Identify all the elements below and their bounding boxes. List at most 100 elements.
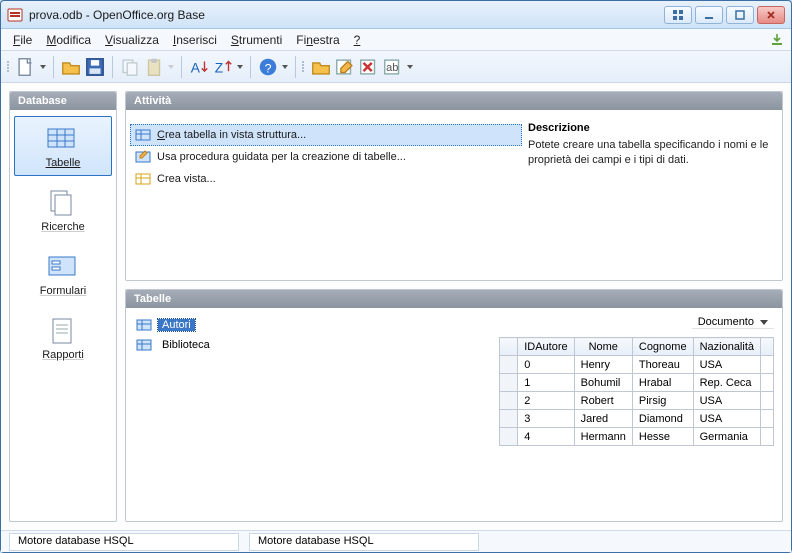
- table-row[interactable]: 2RobertPirsigUSA: [500, 392, 774, 410]
- table-cell[interactable]: USA: [693, 356, 760, 374]
- tables-header: Tabelle: [126, 290, 782, 308]
- folder-icon[interactable]: [310, 56, 332, 78]
- preview-mode-dropdown[interactable]: Documento: [692, 316, 774, 329]
- wizard-icon: [135, 149, 151, 165]
- sidebar-item-tabelle[interactable]: Tabelle: [14, 116, 112, 176]
- delete-icon[interactable]: [358, 56, 380, 78]
- row-header[interactable]: [500, 374, 518, 392]
- sort-dropdown-icon[interactable]: [236, 65, 244, 69]
- col-header[interactable]: Cognome: [632, 338, 693, 356]
- menu-visualizza[interactable]: Visualizza: [99, 31, 165, 49]
- table-cell[interactable]: 0: [518, 356, 574, 374]
- menu-strumenti[interactable]: Strumenti: [225, 31, 288, 49]
- sidebar-item-label: Ricerche: [41, 221, 84, 233]
- table-row[interactable]: 1BohumilHrabalRep. Ceca: [500, 374, 774, 392]
- toolbar: A Z ? ab: [1, 51, 791, 83]
- preview-mode-label: Documento: [698, 316, 754, 328]
- sidebar-item-label: Rapporti: [42, 349, 84, 361]
- table-row[interactable]: 3JaredDiamondUSA: [500, 410, 774, 428]
- table-node-icon: [136, 337, 152, 353]
- close-button[interactable]: [757, 6, 785, 24]
- maximize-button[interactable]: [726, 6, 754, 24]
- desc-header: Descrizione: [528, 122, 776, 134]
- table-cell[interactable]: 1: [518, 374, 574, 392]
- grid-button[interactable]: [664, 6, 692, 24]
- table-cell[interactable]: Pirsig: [632, 392, 693, 410]
- table-cell[interactable]: Hesse: [632, 428, 693, 446]
- table-cell[interactable]: Hermann: [574, 428, 632, 446]
- table-cell[interactable]: Diamond: [632, 410, 693, 428]
- report-icon: [45, 315, 81, 347]
- chevron-down-icon: [760, 320, 768, 325]
- new-dropdown-icon[interactable]: [39, 65, 47, 69]
- task-create-table-design[interactable]: Crea tabella in vista struttura...: [130, 124, 522, 146]
- paste-dropdown-icon[interactable]: [167, 65, 175, 69]
- task-create-view[interactable]: Crea vista...: [130, 168, 522, 190]
- toolbar-grip: [7, 61, 9, 72]
- help-dropdown-icon[interactable]: [281, 65, 289, 69]
- edit-icon[interactable]: [334, 56, 356, 78]
- table-cell[interactable]: USA: [693, 392, 760, 410]
- tasks-panel: Attività Crea tabella in vista struttura…: [125, 91, 783, 281]
- table-node-label: Autori: [158, 319, 195, 331]
- task-create-table-wizard[interactable]: Usa procedura guidata per la creazione d…: [130, 146, 522, 168]
- table-cell[interactable]: Thoreau: [632, 356, 693, 374]
- table-node-autori[interactable]: Autori: [134, 316, 404, 334]
- row-header[interactable]: [500, 410, 518, 428]
- window-controls: [664, 6, 785, 24]
- sort-desc-icon[interactable]: Z: [212, 56, 234, 78]
- open-icon[interactable]: [60, 56, 82, 78]
- new-icon[interactable]: [15, 56, 37, 78]
- toolbar-overflow-icon[interactable]: [406, 65, 414, 69]
- table-cell[interactable]: 2: [518, 392, 574, 410]
- table-cell[interactable]: Hrabal: [632, 374, 693, 392]
- table-cell[interactable]: Rep. Ceca: [693, 374, 760, 392]
- cell-spacer: [761, 428, 774, 446]
- sidebar-item-ricerche[interactable]: Ricerche: [14, 180, 112, 240]
- sort-asc-icon[interactable]: A: [188, 56, 210, 78]
- table-cell[interactable]: Bohumil: [574, 374, 632, 392]
- table-row[interactable]: 4HermannHesseGermania: [500, 428, 774, 446]
- row-header[interactable]: [500, 392, 518, 410]
- table-node-biblioteca[interactable]: Biblioteca: [134, 336, 404, 354]
- copy-icon[interactable]: [119, 56, 141, 78]
- table-cell[interactable]: Henry: [574, 356, 632, 374]
- menu-file[interactable]: File: [7, 31, 38, 49]
- table-cell[interactable]: Jared: [574, 410, 632, 428]
- row-header[interactable]: [500, 428, 518, 446]
- toolbar-grip-2: [302, 61, 304, 72]
- table-row[interactable]: 0HenryThoreauUSA: [500, 356, 774, 374]
- status-left: Motore database HSQL: [9, 533, 239, 551]
- menu-inserisci[interactable]: Inserisci: [167, 31, 223, 49]
- table-cell[interactable]: Robert: [574, 392, 632, 410]
- save-icon[interactable]: [84, 56, 106, 78]
- menu-modifica[interactable]: Modifica: [40, 31, 97, 49]
- table-tree: Autori Biblioteca: [134, 316, 404, 513]
- table-cell[interactable]: 3: [518, 410, 574, 428]
- minimize-button[interactable]: [695, 6, 723, 24]
- table-node-icon: [136, 317, 152, 333]
- col-header[interactable]: Nome: [574, 338, 632, 356]
- row-header[interactable]: [500, 356, 518, 374]
- paste-icon[interactable]: [143, 56, 165, 78]
- sidebar-item-formulari[interactable]: Formulari: [14, 244, 112, 304]
- table-design-icon: [135, 127, 151, 143]
- col-header[interactable]: IDAutore: [518, 338, 574, 356]
- table-cell[interactable]: USA: [693, 410, 760, 428]
- menubar: File Modifica Visualizza Inserisci Strum…: [1, 29, 791, 51]
- task-label: Usa procedura guidata per la creazione d…: [157, 151, 406, 163]
- help-icon[interactable]: ?: [257, 56, 279, 78]
- menu-finestra[interactable]: Finestra: [290, 31, 345, 49]
- tasks-header: Attività: [126, 92, 782, 110]
- sidebar-item-label: Tabelle: [46, 157, 81, 169]
- menu-help[interactable]: ?: [348, 31, 367, 49]
- task-label: Crea vista...: [157, 173, 216, 185]
- col-header[interactable]: Nazionalità: [693, 338, 760, 356]
- rename-icon[interactable]: ab: [382, 56, 404, 78]
- sidebar-item-rapporti[interactable]: Rapporti: [14, 308, 112, 368]
- table-corner[interactable]: [500, 338, 518, 356]
- download-icon[interactable]: [769, 32, 785, 48]
- task-description: Descrizione Potete creare una tabella sp…: [522, 118, 782, 280]
- table-cell[interactable]: Germania: [693, 428, 760, 446]
- table-cell[interactable]: 4: [518, 428, 574, 446]
